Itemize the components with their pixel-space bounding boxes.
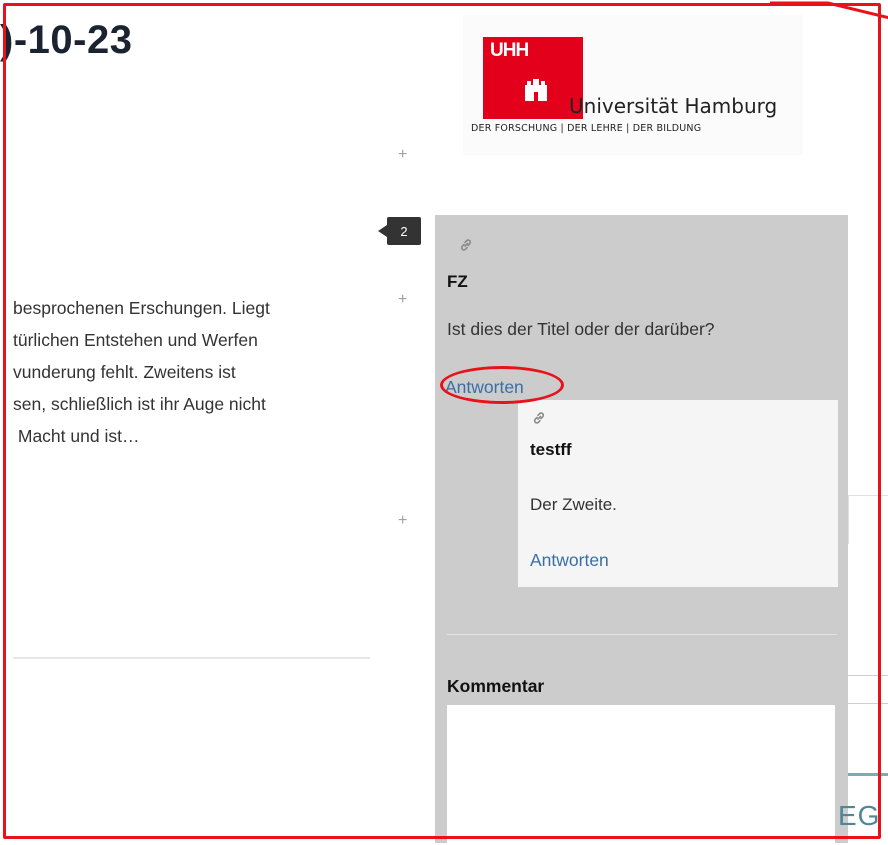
reply-comment: testff Der Zweite. Antworten (518, 400, 838, 587)
right-edge-line (848, 703, 888, 704)
content-divider (13, 657, 370, 659)
right-edge-box (848, 495, 888, 544)
add-comment-plus-icon[interactable]: + (398, 147, 407, 163)
logo-name: Universität Hamburg (569, 94, 778, 118)
add-comment-plus-icon[interactable]: + (398, 513, 407, 529)
comment-author: FZ (447, 272, 468, 291)
article-line: sen, schließlich ist ihr Auge nicht (13, 394, 266, 414)
right-edge-line (848, 675, 888, 676)
castle-icon (525, 79, 547, 101)
comment-count-badge[interactable]: 2 (378, 217, 421, 245)
article-line: Macht und ist… (13, 426, 140, 446)
logo-red-block: UHH (483, 37, 583, 119)
comment-count: 2 (400, 223, 408, 239)
page-date-title: )-10-23 (0, 18, 133, 62)
link-icon[interactable] (458, 237, 474, 253)
article-line: türlichen Entstehen und Werfen (13, 330, 258, 350)
link-icon[interactable] (531, 410, 547, 426)
reply-link[interactable]: Antworten (530, 550, 609, 571)
right-edge-accent-line (848, 773, 888, 776)
right-edge-text: EG (838, 800, 881, 831)
comment-textarea[interactable] (447, 705, 835, 845)
reply-link[interactable]: Antworten (445, 377, 524, 398)
logo-mark: UHH (490, 40, 529, 61)
reply-body: Der Zweite. (530, 495, 617, 514)
comment-body: Ist dies der Titel oder der darüber? (447, 319, 715, 339)
panel-divider (447, 634, 837, 635)
article-line: besprochenen Erschungen. Liegt (13, 298, 270, 318)
comments-panel: FZ Ist dies der Titel oder der darüber? … (435, 215, 848, 845)
university-logo: UHH Universität Hamburg DER FORSCHUNG | … (463, 15, 803, 155)
reply-author: testff (530, 440, 572, 459)
comment-form-label: Kommentar (447, 676, 545, 696)
article-paragraph: besprochenen Erschungen. Liegt türlichen… (13, 292, 373, 452)
logo-tagline: DER FORSCHUNG | DER LEHRE | DER BILDUNG (471, 123, 702, 134)
add-comment-plus-icon[interactable]: + (398, 292, 407, 308)
article-line: vunderung fehlt. Zweitens ist (13, 362, 236, 382)
